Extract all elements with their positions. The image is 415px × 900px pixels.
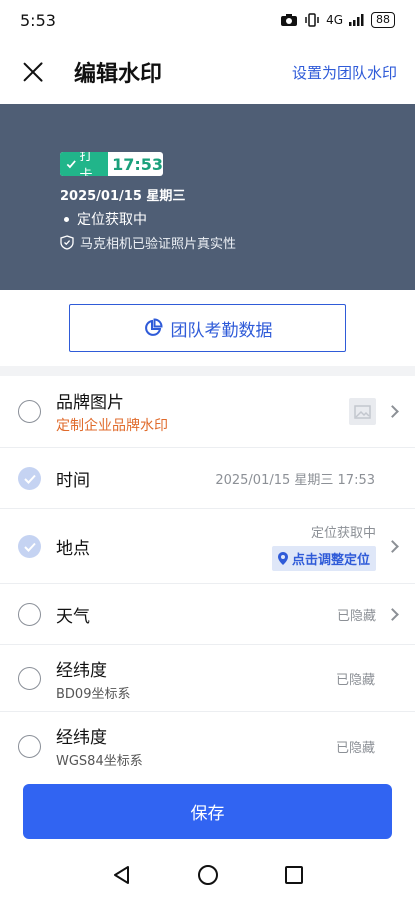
- camera-icon: [281, 14, 298, 26]
- header: 编辑水印 设置为团队水印: [0, 40, 415, 104]
- back-icon[interactable]: [112, 865, 132, 885]
- option-label: 经纬度: [56, 728, 107, 748]
- option-sub: BD09坐标系: [56, 686, 131, 702]
- radio-time[interactable]: [18, 467, 41, 490]
- battery-icon: 88: [371, 12, 395, 28]
- option-time[interactable]: 时间 2025/01/15 星期三 17:53: [0, 449, 415, 509]
- option-label: 天气: [56, 607, 90, 627]
- radio-brand-image[interactable]: [18, 400, 41, 423]
- chevron-right-icon: [386, 608, 399, 621]
- watermark-preview: 打卡 17:53 2025/01/15 星期三 定位获取中 马克相机已验证照片真…: [0, 104, 415, 290]
- option-label: 地点: [56, 539, 90, 559]
- set-team-watermark-link[interactable]: 设置为团队水印: [292, 62, 397, 83]
- radio-coords-wgs84[interactable]: [18, 734, 41, 758]
- option-value: 已隐藏: [335, 673, 375, 688]
- verify-line: 马克相机已验证照片真实性: [60, 233, 236, 252]
- location-pin-icon: [277, 552, 288, 565]
- preview-location: 定位获取中: [60, 209, 236, 229]
- punch-label: 打卡: [79, 152, 93, 176]
- check-icon: [23, 474, 36, 484]
- punch-time: 17:53: [112, 154, 163, 174]
- section-divider: [0, 366, 415, 376]
- recents-icon[interactable]: [284, 865, 304, 885]
- option-value: 已隐藏: [336, 609, 376, 624]
- bullet-dot: [64, 216, 69, 222]
- radio-weather[interactable]: [18, 603, 41, 626]
- chevron-right-icon: [386, 540, 399, 553]
- save-button[interactable]: 保存: [23, 784, 392, 839]
- punch-badge: 打卡 17:53: [60, 152, 163, 176]
- option-value: 已隐藏: [335, 740, 375, 756]
- option-brand-image[interactable]: 品牌图片 定制企业品牌水印: [0, 376, 415, 448]
- option-label: 时间: [56, 471, 90, 491]
- adjust-location-button[interactable]: 点击调整定位: [271, 546, 376, 571]
- chevron-right-icon: [386, 405, 399, 418]
- option-sub: 定制企业品牌水印: [56, 418, 168, 434]
- vibrate-icon: [305, 13, 319, 27]
- option-coords-wgs84[interactable]: 经纬度 WGS84坐标系 已隐藏: [0, 713, 415, 779]
- signal-icon: [349, 14, 364, 26]
- option-label: 品牌图片: [56, 393, 124, 413]
- shield-icon: [60, 235, 74, 250]
- option-weather[interactable]: 天气 已隐藏: [0, 585, 415, 645]
- page-title: 编辑水印: [74, 62, 163, 87]
- option-sub: WGS84坐标系: [56, 754, 143, 769]
- option-value: 2025/01/15 星期三 17:53: [215, 473, 375, 488]
- close-icon[interactable]: [18, 57, 48, 87]
- option-location[interactable]: 地点 定位获取中 点击调整定位: [0, 510, 415, 584]
- option-coords-bd09[interactable]: 经纬度 BD09坐标系 已隐藏: [0, 646, 415, 712]
- radio-location[interactable]: [18, 535, 41, 558]
- check-icon: [23, 542, 36, 552]
- system-nav-bar: [0, 850, 415, 900]
- radio-coords-bd09[interactable]: [18, 667, 41, 690]
- check-icon: [66, 160, 76, 169]
- option-label: 经纬度: [56, 660, 107, 681]
- watermark-card: 打卡 17:53 2025/01/15 星期三 定位获取中 马克相机已验证照片真…: [60, 152, 236, 252]
- preview-date: 2025/01/15 星期三: [60, 189, 186, 204]
- team-attendance-label: 团队考勤数据: [170, 320, 273, 341]
- status-time: 5:53: [20, 10, 56, 30]
- network-type: 4G: [326, 13, 343, 27]
- option-value: 定位获取中: [310, 526, 376, 541]
- image-icon[interactable]: [349, 398, 376, 425]
- status-bar: 5:53 4G 88: [0, 0, 415, 40]
- home-icon[interactable]: [197, 864, 219, 886]
- pie-chart-icon: [144, 318, 163, 336]
- team-attendance-button[interactable]: 团队考勤数据: [69, 304, 346, 352]
